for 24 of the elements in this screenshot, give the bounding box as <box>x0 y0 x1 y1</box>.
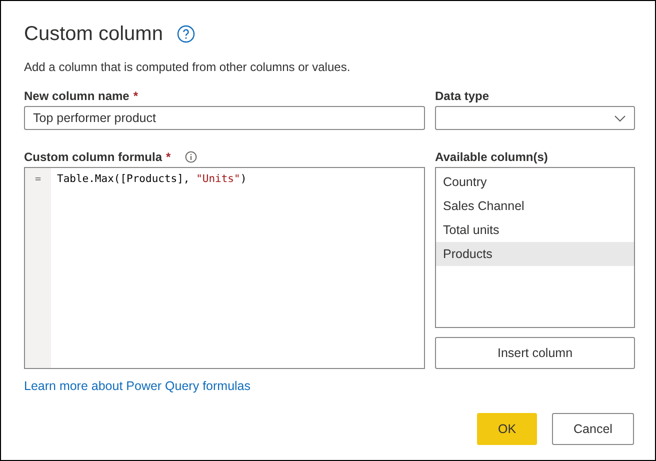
dialog-title: Custom column <box>24 22 163 46</box>
insert-column-button[interactable]: Insert column <box>435 337 635 369</box>
learn-more-link[interactable]: Learn more about Power Query formulas <box>24 379 250 393</box>
list-item[interactable]: Products <box>436 242 634 266</box>
chevron-down-icon <box>614 114 626 122</box>
dialog-description: Add a column that is computed from other columns or values. <box>24 60 352 74</box>
field-label: Custom column formula <box>24 150 162 164</box>
data-type-dropdown[interactable] <box>435 106 635 130</box>
column-name-input[interactable]: Top performer product <box>24 106 425 130</box>
line-gutter: = <box>34 174 42 185</box>
list-item[interactable]: Sales Channel <box>436 194 634 218</box>
field-label: Data type <box>435 88 490 102</box>
cancel-button[interactable]: Cancel <box>552 413 634 445</box>
ok-button[interactable]: OK <box>477 413 537 445</box>
required-mark: * <box>133 88 138 102</box>
field-label: New column name <box>24 88 130 102</box>
formula-editor[interactable]: = Table.Max([Products], "Units") <box>24 167 425 369</box>
list-item[interactable]: Total units <box>436 218 634 242</box>
field-label: Available column(s) <box>435 150 548 164</box>
required-mark: * <box>166 150 171 164</box>
list-item[interactable]: Country <box>436 170 634 194</box>
info-icon <box>184 150 197 162</box>
help-icon[interactable] <box>176 25 195 43</box>
formula-code: Table.Max([Products], "Units") <box>57 173 247 185</box>
